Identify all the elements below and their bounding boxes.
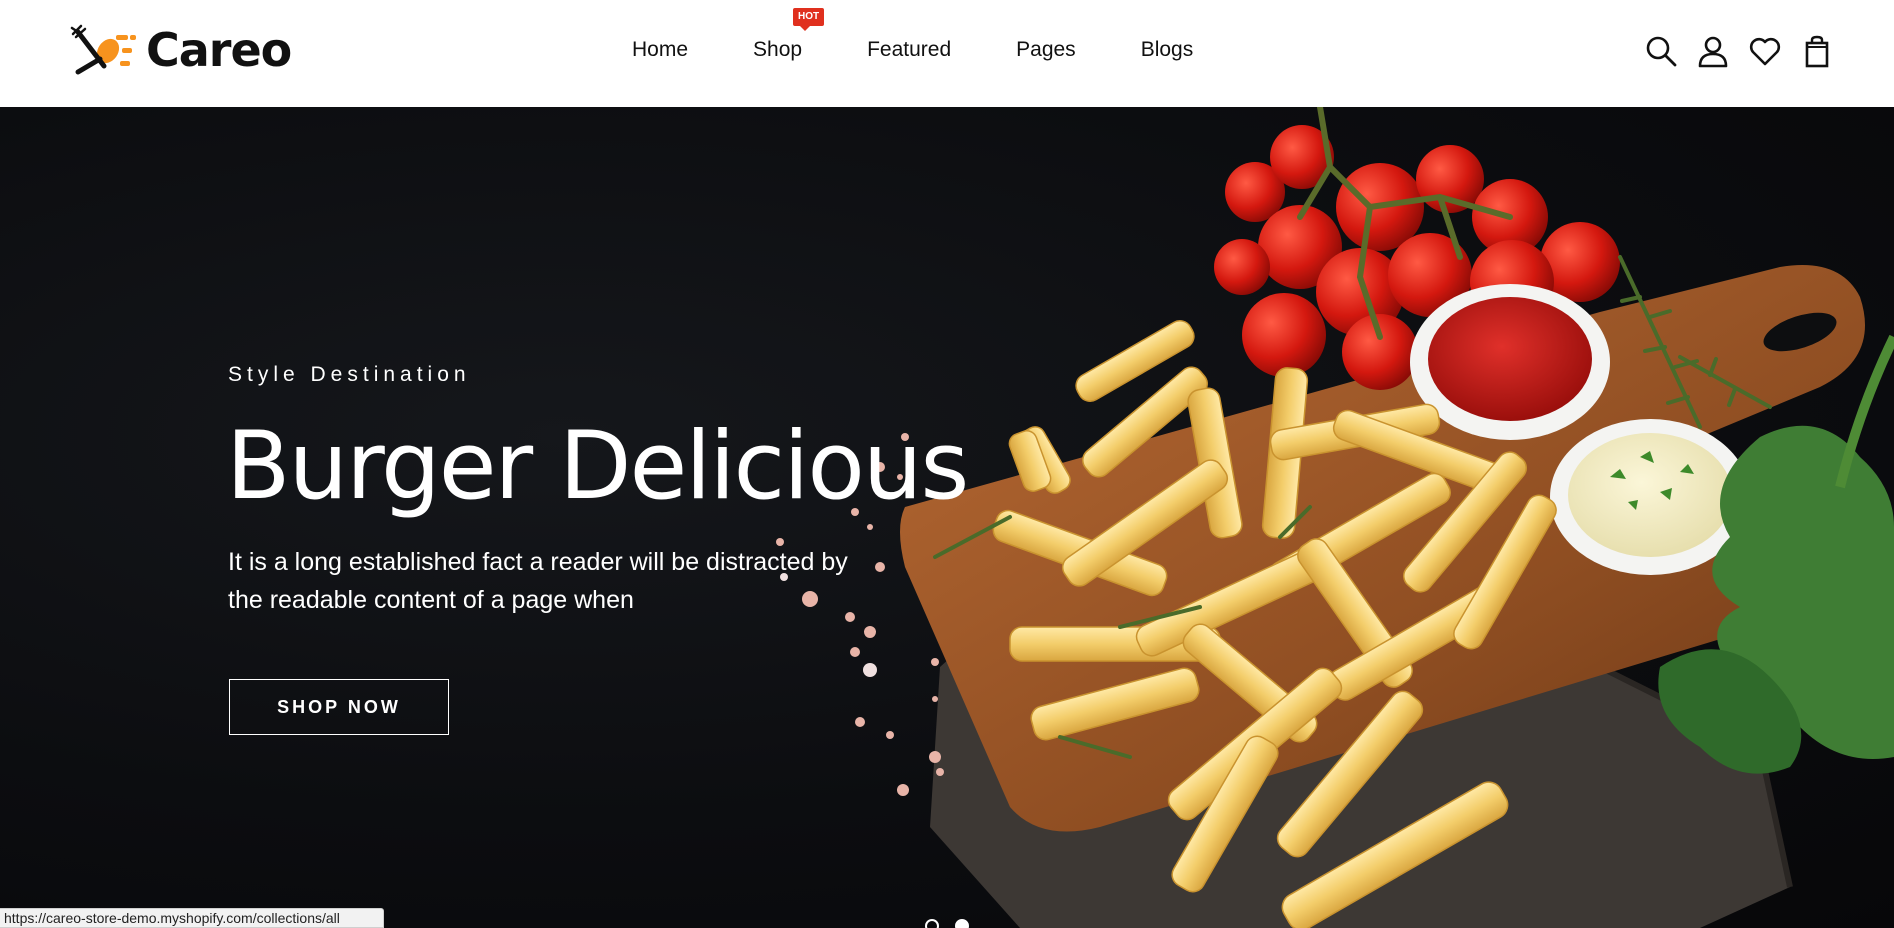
site-header: Careo Home Shop HOT Featured Pages Blogs: [0, 0, 1894, 107]
header-actions: [1644, 34, 1834, 68]
hero-eyebrow: Style Destination: [228, 363, 471, 386]
hero-slider: Style Destination Burger Delicious It is…: [0, 107, 1894, 928]
hero-title: Burger Delicious: [226, 412, 969, 521]
nav-home[interactable]: Home: [632, 30, 688, 70]
nav-pages[interactable]: Pages: [1016, 30, 1076, 70]
site-logo[interactable]: Careo: [70, 23, 292, 77]
nav-blogs[interactable]: Blogs: [1141, 30, 1194, 70]
hot-badge: HOT: [793, 8, 825, 31]
shop-now-button[interactable]: SHOP NOW: [229, 679, 449, 735]
nav-shop[interactable]: Shop HOT: [753, 8, 825, 70]
nav-featured[interactable]: Featured: [867, 30, 951, 70]
brand-name: Careo: [146, 23, 292, 77]
wishlist-heart-icon[interactable]: [1748, 34, 1782, 68]
browser-status-url: https://careo-store-demo.myshopify.com/c…: [0, 908, 384, 928]
slide-dot-2[interactable]: [955, 919, 969, 928]
search-icon[interactable]: [1644, 34, 1678, 68]
account-icon[interactable]: [1696, 34, 1730, 68]
hero-description: It is a long established fact a reader w…: [228, 548, 848, 614]
fork-spoon-logo-icon: [70, 24, 136, 75]
main-nav: Home Shop HOT Featured Pages Blogs: [632, 8, 1194, 70]
slider-dots: [925, 919, 969, 928]
slide-dot-1[interactable]: [925, 919, 939, 928]
nav-shop-label: Shop: [753, 38, 803, 61]
shopping-bag-icon[interactable]: [1800, 34, 1834, 68]
